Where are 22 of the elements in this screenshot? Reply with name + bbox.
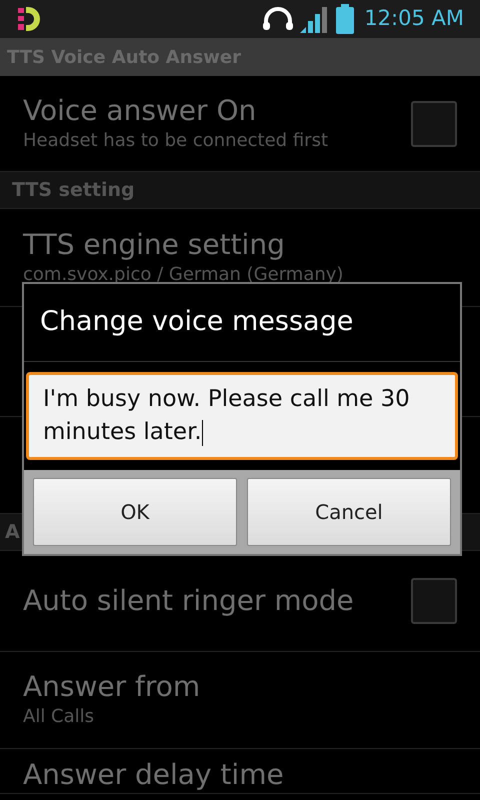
section-title: TTS setting [12,178,135,203]
settings-row[interactable]: Answer from All Calls [0,652,480,749]
section-title: A [5,520,20,545]
dialog-title: Change voice message [40,305,354,340]
checkbox[interactable] [411,100,457,146]
row-subtitle: Headset has to be connected first [23,128,329,152]
ok-button[interactable]: OK [33,478,237,546]
row-title: TTS engine setting [23,228,286,262]
battery-icon [336,4,354,34]
checkbox[interactable] [411,578,457,624]
row-subtitle: com.svox.pico / German (Germany) [23,262,344,286]
row-subtitle: All Calls [23,705,96,729]
row-title: Answer from [23,670,202,704]
message-field[interactable]: I'm busy now. Please call me 30 minutes later. [26,372,458,460]
settings-row[interactable]: Answer delay time [0,749,480,794]
app-logo-icon [16,5,40,33]
row-title: Auto silent ringer mode [23,584,355,618]
row-title: Answer delay time [23,758,285,792]
clock: 12:05 AM [364,5,464,32]
cancel-button[interactable]: Cancel [247,478,451,546]
row-title: Voice answer On [23,94,258,128]
headphones-icon [262,7,294,31]
